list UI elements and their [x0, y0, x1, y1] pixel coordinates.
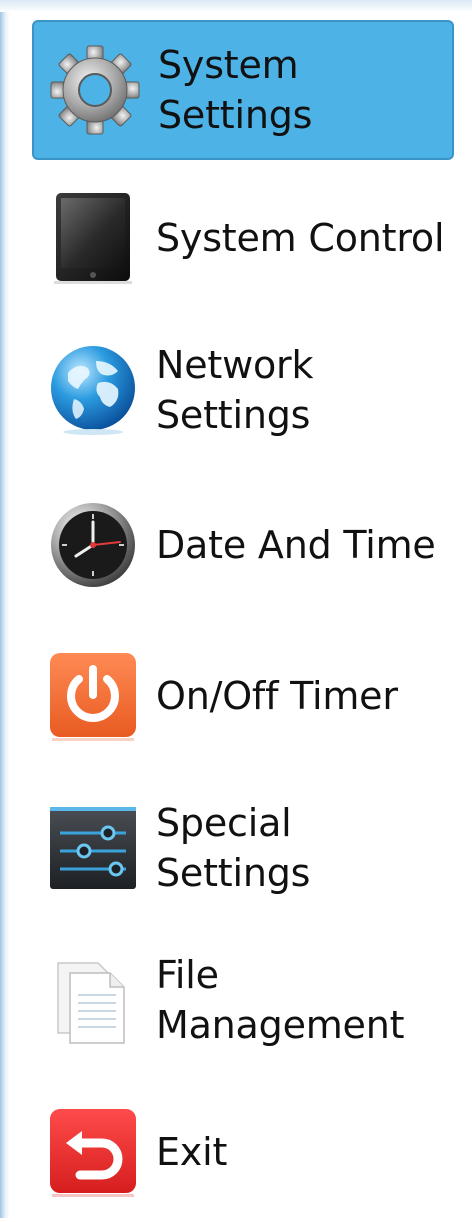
menu-item-label: Exit [156, 1130, 228, 1174]
menu-item-label: Special Settings [156, 801, 311, 895]
menu-item-exit[interactable]: Exit [32, 1082, 454, 1222]
tablet-icon [46, 191, 140, 285]
settings-menu: System Settings System Control Network S… [0, 0, 472, 1218]
menu-item-label: System Control [156, 216, 445, 260]
menu-item-on-off-timer[interactable]: On/Off Timer [32, 626, 454, 766]
globe-icon [46, 343, 140, 437]
sliders-icon [46, 801, 140, 895]
menu-item-network-settings[interactable]: Network Settings [32, 320, 454, 460]
menu-item-label: System Settings [158, 43, 313, 137]
menu-item-label: Network Settings [156, 343, 314, 437]
menu-item-label: File Management [156, 953, 405, 1047]
exit-icon [46, 1105, 140, 1199]
power-icon [46, 649, 140, 743]
menu-item-label: On/Off Timer [156, 674, 398, 718]
menu-item-system-settings[interactable]: System Settings [32, 20, 454, 160]
gear-icon [48, 43, 142, 137]
menu-item-label: Date And Time [156, 523, 436, 567]
menu-item-special-settings[interactable]: Special Settings [32, 778, 454, 918]
menu-item-file-management[interactable]: File Management [32, 930, 454, 1070]
document-icon [46, 953, 140, 1047]
menu-item-date-and-time[interactable]: Date And Time [32, 475, 454, 615]
menu-item-system-control[interactable]: System Control [32, 168, 454, 308]
clock-icon [46, 498, 140, 592]
